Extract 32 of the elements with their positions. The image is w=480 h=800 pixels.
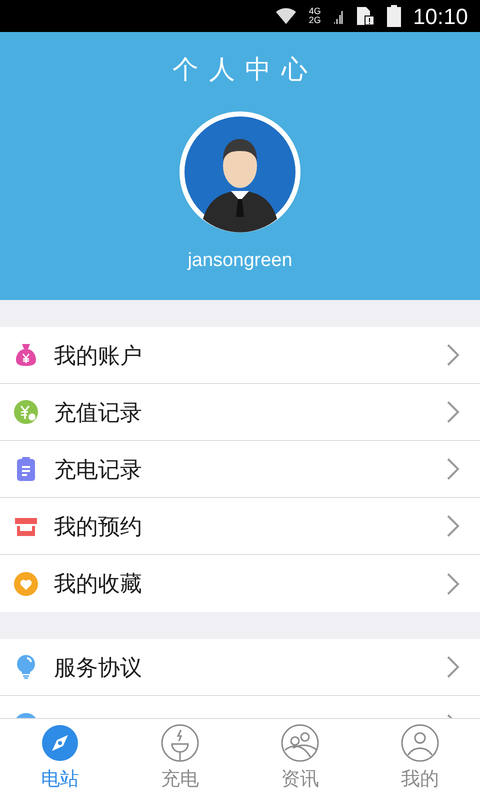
chevron-right-icon [446, 400, 460, 424]
clock-time: 10:10 [412, 2, 468, 30]
username: jansongreen [188, 249, 292, 273]
compass-icon [41, 724, 79, 762]
chevron-right-icon [446, 343, 460, 367]
page-title: 个人中心 [171, 53, 318, 86]
network-label: 4G [308, 7, 321, 16]
menu-label: 充值记录 [54, 398, 143, 426]
tab-label: 资讯 [281, 768, 319, 792]
tab-label: 电站 [41, 768, 79, 792]
menu-label: 我的预约 [54, 512, 143, 540]
menu-label: 我的收藏 [54, 570, 143, 598]
user-icon [401, 724, 439, 762]
coin-icon [13, 399, 39, 425]
wifi-icon [274, 7, 297, 25]
avatar-icon [179, 111, 301, 233]
tab-label: 我的 [401, 768, 439, 792]
chevron-right-icon [446, 655, 460, 679]
chevron-right-icon [446, 572, 460, 596]
plug-icon [161, 724, 199, 762]
network-label: 2G [308, 16, 321, 25]
tab-item[interactable]: 电站 [0, 719, 120, 800]
chevron-right-icon [446, 457, 460, 481]
tab-label: 充电 [161, 768, 199, 792]
menu-label: 我的账户 [54, 342, 143, 370]
money-bag-icon [13, 342, 39, 368]
menu-label: 充电记录 [54, 456, 143, 484]
chevron-right-icon [446, 514, 460, 538]
battery-icon [386, 5, 401, 27]
sim-card-icon [354, 6, 375, 26]
menu-label: 服务协议 [54, 654, 143, 682]
people-icon [281, 724, 319, 762]
